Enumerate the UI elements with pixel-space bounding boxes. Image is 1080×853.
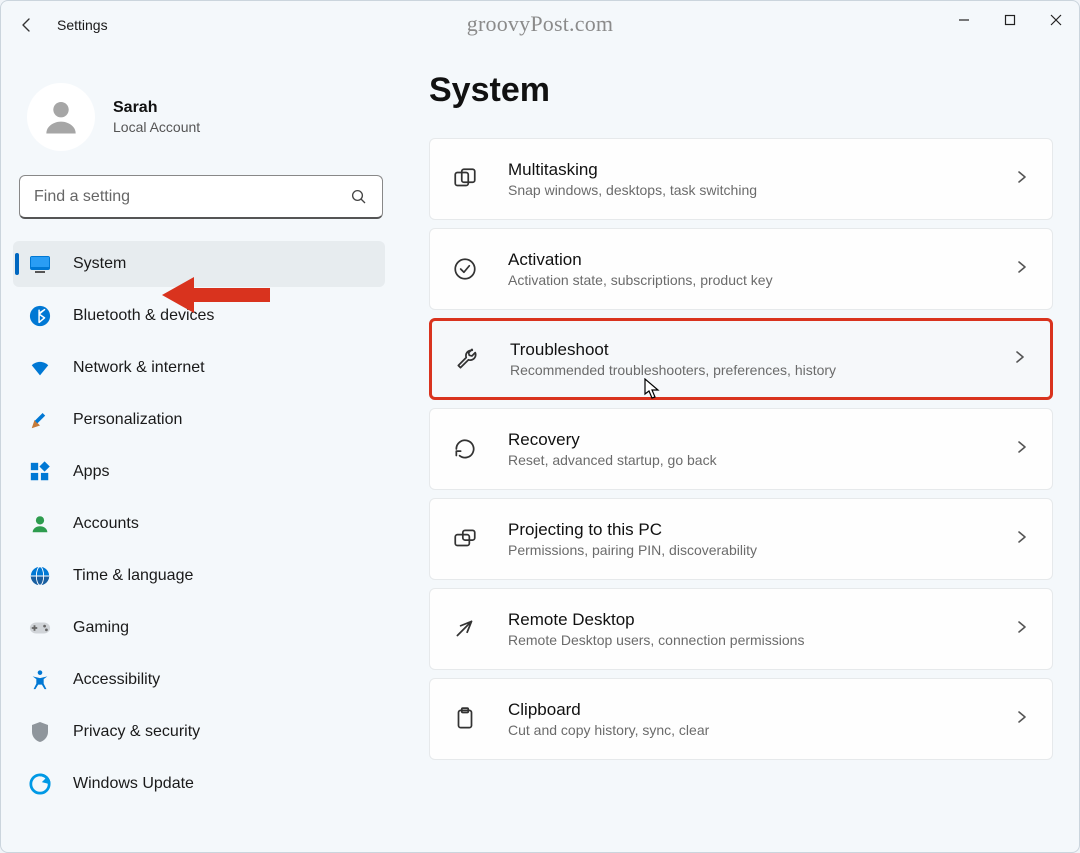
card-title: Troubleshoot [510, 340, 982, 360]
sidebar-nav[interactable]: System Bluetooth & devices Network & inter… [13, 241, 389, 852]
settings-cards[interactable]: Multitasking Snap windows, desktops, tas… [429, 138, 1059, 838]
window-controls [941, 1, 1079, 39]
network-icon [29, 357, 51, 379]
card-troubleshoot[interactable]: Troubleshoot Recommended troubleshooters… [429, 318, 1053, 400]
sidebar-item-privacy[interactable]: Privacy & security [13, 709, 385, 755]
maximize-button[interactable] [987, 1, 1033, 39]
gaming-icon [29, 617, 51, 639]
card-remote[interactable]: Remote Desktop Remote Desktop users, con… [429, 588, 1053, 670]
profile-sub: Local Account [113, 119, 200, 135]
sidebar: Sarah Local Account System Bluetooth & de… [1, 49, 401, 852]
sidebar-item-bluetooth[interactable]: Bluetooth & devices [13, 293, 385, 339]
projecting-icon [452, 526, 478, 552]
sidebar-item-network[interactable]: Network & internet [13, 345, 385, 391]
apps-icon [29, 461, 51, 483]
card-subtitle: Activation state, subscriptions, product… [508, 272, 984, 288]
sidebar-item-update[interactable]: Windows Update [13, 761, 385, 807]
sidebar-item-label: System [73, 255, 126, 273]
sidebar-item-gaming[interactable]: Gaming [13, 605, 385, 651]
sidebar-item-accessibility[interactable]: Accessibility [13, 657, 385, 703]
sidebar-item-label: Network & internet [73, 359, 205, 377]
sidebar-item-label: Windows Update [73, 775, 194, 793]
card-subtitle: Cut and copy history, sync, clear [508, 722, 984, 738]
time-icon [29, 565, 51, 587]
chevron-right-icon [1014, 169, 1030, 190]
activation-icon [452, 256, 478, 282]
bluetooth-icon [29, 305, 51, 327]
card-projecting[interactable]: Projecting to this PC Permissions, pairi… [429, 498, 1053, 580]
remote-icon [452, 616, 478, 642]
card-title: Multitasking [508, 160, 984, 180]
card-recovery[interactable]: Recovery Reset, advanced startup, go bac… [429, 408, 1053, 490]
search-box[interactable] [19, 175, 383, 219]
window-title: Settings [57, 17, 108, 33]
card-clipboard[interactable]: Clipboard Cut and copy history, sync, cl… [429, 678, 1053, 760]
card-subtitle: Permissions, pairing PIN, discoverabilit… [508, 542, 984, 558]
chevron-right-icon [1012, 349, 1028, 370]
profile-name: Sarah [113, 99, 200, 117]
sidebar-item-system[interactable]: System [13, 241, 385, 287]
sidebar-item-label: Privacy & security [73, 723, 200, 741]
system-icon [29, 253, 51, 275]
card-title: Projecting to this PC [508, 520, 984, 540]
sidebar-item-label: Accounts [73, 515, 139, 533]
search-icon [350, 188, 368, 206]
clipboard-icon [452, 706, 478, 732]
card-subtitle: Reset, advanced startup, go back [508, 452, 984, 468]
settings-window: Settings groovyPost.com Sarah Local Acco… [0, 0, 1080, 853]
sidebar-item-personalization[interactable]: Personalization [13, 397, 385, 443]
chevron-right-icon [1014, 529, 1030, 550]
search-input[interactable] [34, 188, 350, 206]
card-multitasking[interactable]: Multitasking Snap windows, desktops, tas… [429, 138, 1053, 220]
sidebar-item-apps[interactable]: Apps [13, 449, 385, 495]
card-activation[interactable]: Activation Activation state, subscriptio… [429, 228, 1053, 310]
minimize-button[interactable] [941, 1, 987, 39]
card-title: Clipboard [508, 700, 984, 720]
troubleshoot-icon [454, 346, 480, 372]
chevron-right-icon [1014, 619, 1030, 640]
profile-block[interactable]: Sarah Local Account [13, 65, 389, 175]
sidebar-item-label: Accessibility [73, 671, 160, 689]
personalization-icon [29, 409, 51, 431]
privacy-icon [29, 721, 51, 743]
card-subtitle: Remote Desktop users, connection permiss… [508, 632, 984, 648]
multitasking-icon [452, 166, 478, 192]
sidebar-item-label: Bluetooth & devices [73, 307, 214, 325]
close-button[interactable] [1033, 1, 1079, 39]
accessibility-icon [29, 669, 51, 691]
sidebar-item-label: Apps [73, 463, 109, 481]
accounts-icon [29, 513, 51, 535]
watermark: groovyPost.com [467, 11, 613, 37]
body: Sarah Local Account System Bluetooth & de… [1, 49, 1079, 852]
sidebar-item-time[interactable]: Time & language [13, 553, 385, 599]
card-subtitle: Snap windows, desktops, task switching [508, 182, 984, 198]
card-title: Remote Desktop [508, 610, 984, 630]
card-title: Activation [508, 250, 984, 270]
update-icon [29, 773, 51, 795]
recovery-icon [452, 436, 478, 462]
sidebar-item-label: Personalization [73, 411, 182, 429]
card-title: Recovery [508, 430, 984, 450]
sidebar-item-accounts[interactable]: Accounts [13, 501, 385, 547]
page-title: System [429, 71, 1059, 110]
sidebar-item-label: Gaming [73, 619, 129, 637]
back-button[interactable] [5, 3, 49, 47]
chevron-right-icon [1014, 709, 1030, 730]
card-subtitle: Recommended troubleshooters, preferences… [510, 362, 982, 378]
chevron-right-icon [1014, 439, 1030, 460]
chevron-right-icon [1014, 259, 1030, 280]
main-panel: System Multitasking Snap windows, deskto… [401, 49, 1079, 852]
sidebar-item-label: Time & language [73, 567, 193, 585]
avatar [27, 83, 95, 151]
